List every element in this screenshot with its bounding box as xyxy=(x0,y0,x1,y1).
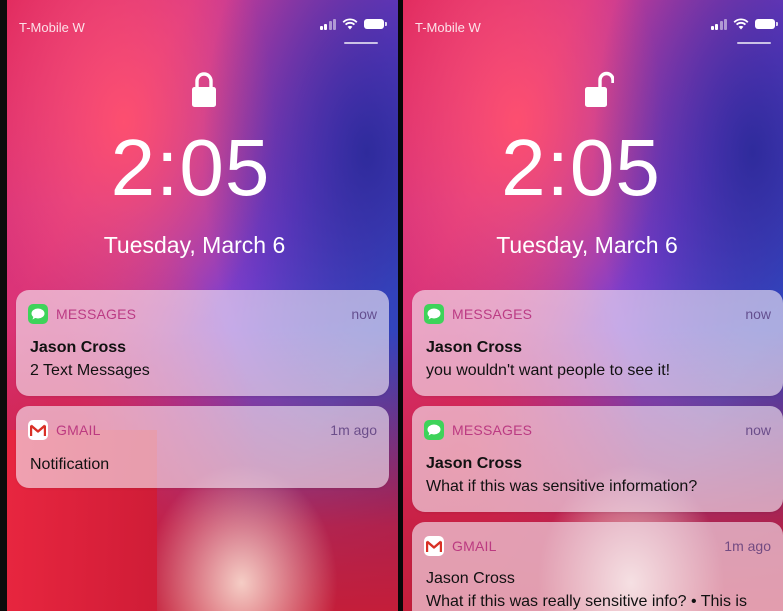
notification-body: Notification xyxy=(30,456,110,473)
notification-messages[interactable]: MESSAGES now Jason Cross What if this wa… xyxy=(412,406,783,512)
left-edge xyxy=(0,0,7,611)
lock-screen-date: Tuesday, March 6 xyxy=(496,232,678,258)
comparison-screenshot: T-Mobile W 2:05 Tuesday, March 6 MESSAGE… xyxy=(0,0,783,611)
app-name: MESSAGES xyxy=(452,306,533,322)
notification-header: MESSAGES now xyxy=(424,304,771,324)
wifi-icon xyxy=(733,18,749,30)
app-name: MESSAGES xyxy=(452,422,533,438)
notification-header: GMAIL 1m ago xyxy=(424,536,771,556)
lock-open-icon xyxy=(585,71,614,107)
battery-icon xyxy=(364,19,387,29)
messages-app-icon xyxy=(424,304,444,324)
cellular-signal-icon xyxy=(710,18,727,30)
app-name: GMAIL xyxy=(452,538,497,554)
app-name: GMAIL xyxy=(56,422,101,438)
notification-age: 1m ago xyxy=(330,422,377,438)
notification-body: What if this was sensitive information? xyxy=(426,478,698,495)
status-icons xyxy=(710,18,778,30)
sender-name: Jason Cross xyxy=(30,339,127,356)
sender-name: Jason Cross xyxy=(426,455,523,472)
notification-header: MESSAGES now xyxy=(424,420,771,440)
carrier-name: T-Mobile W xyxy=(415,20,481,35)
notification-body: What if this was really sensitive info? … xyxy=(426,593,747,610)
sender-name: Jason Cross xyxy=(426,339,523,356)
messages-app-icon xyxy=(424,420,444,440)
notification-gmail[interactable]: GMAIL 1m ago Notification xyxy=(16,406,389,488)
notification-header: GMAIL 1m ago xyxy=(28,420,377,440)
battery-icon xyxy=(755,19,778,29)
notification-age: now xyxy=(351,306,377,322)
notification-age: now xyxy=(745,306,771,322)
notification-age: 1m ago xyxy=(724,538,771,554)
status-icons xyxy=(319,18,387,30)
messages-app-icon xyxy=(28,304,48,324)
notification-messages[interactable]: MESSAGES now Jason Cross 2 Text Messages xyxy=(16,290,389,396)
wifi-icon xyxy=(342,18,358,30)
gmail-app-icon xyxy=(28,420,48,440)
lock-screen-locked: T-Mobile W 2:05 Tuesday, March 6 MESSAGE… xyxy=(7,0,398,611)
lock-closed-icon xyxy=(192,72,216,107)
cellular-signal-icon xyxy=(319,18,336,30)
notification-age: now xyxy=(745,422,771,438)
notification-body: you wouldn't want people to see it! xyxy=(426,362,671,379)
lock-screen-date: Tuesday, March 6 xyxy=(103,232,286,258)
control-center-indicator[interactable] xyxy=(737,42,771,44)
sender-name: Jason Cross xyxy=(426,570,515,587)
carrier-name: T-Mobile W xyxy=(19,20,85,35)
control-center-indicator[interactable] xyxy=(344,42,378,44)
lock-screen-unlocked: T-Mobile W 2:05 Tuesday, March 6 MESSAGE… xyxy=(403,0,783,611)
notification-gmail[interactable]: GMAIL 1m ago Jason Cross What if this wa… xyxy=(412,522,783,611)
notification-messages[interactable]: MESSAGES now Jason Cross you wouldn't wa… xyxy=(412,290,783,396)
lock-screen-time: 2:05 xyxy=(110,123,271,212)
app-name: MESSAGES xyxy=(56,306,137,322)
notification-header: MESSAGES now xyxy=(28,304,377,324)
lock-screen-time: 2:05 xyxy=(501,123,661,212)
notification-body: 2 Text Messages xyxy=(30,362,150,379)
gmail-app-icon xyxy=(424,536,444,556)
